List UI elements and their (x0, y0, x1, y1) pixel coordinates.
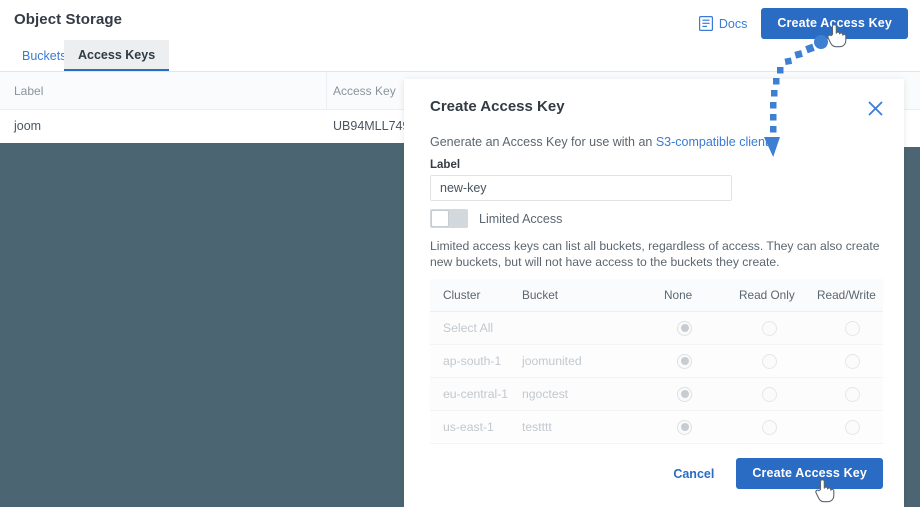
radio-none[interactable] (677, 353, 692, 369)
perm-cell-cluster: us-east-1 (443, 420, 494, 434)
perm-column-cluster: Cluster (443, 288, 481, 302)
tab-access-keys-label: Access Keys (78, 47, 156, 62)
create-access-key-modal: Create Access Key Generate an Access Key… (404, 79, 904, 507)
radio-none[interactable] (677, 386, 692, 402)
perm-column-read-only: Read Only (739, 288, 795, 302)
radio-read-only[interactable] (761, 320, 777, 336)
page-header: Object Storage Docs Create Access Key (0, 0, 920, 40)
close-icon[interactable] (864, 97, 886, 119)
radio-none[interactable] (677, 419, 692, 435)
create-access-key-submit-button[interactable]: Create Access Key (736, 458, 883, 489)
docs-link-label: Docs (718, 16, 748, 31)
page-title: Object Storage (14, 11, 123, 28)
perm-column-read-write: Read/Write (817, 288, 876, 302)
column-header-label: Label (14, 84, 44, 98)
permissions-row-select-all: Select All (430, 312, 883, 345)
radio-read-only[interactable] (761, 353, 777, 369)
radio-read-write[interactable] (844, 419, 860, 435)
create-access-key-button-header[interactable]: Create Access Key (761, 8, 908, 39)
column-divider (326, 72, 327, 110)
label-input[interactable] (430, 175, 732, 201)
app-root: Object Storage Docs Create Access Key Bu… (0, 0, 920, 507)
permissions-row: eu-central-1 ngoctest (430, 378, 883, 411)
perm-cell-cluster: Select All (443, 321, 494, 335)
limited-access-toggle-label: Limited Access (479, 211, 563, 226)
header-actions: Docs Create Access Key (698, 8, 908, 39)
perm-cell-bucket: ngoctest (522, 387, 569, 401)
perm-cell-cluster: ap-south-1 (443, 354, 502, 368)
modal-description-suffix: . (768, 135, 772, 149)
modal-footer: Cancel Create Access Key (673, 458, 883, 489)
perm-column-none: None (664, 288, 693, 302)
radio-read-only[interactable] (761, 386, 777, 402)
radio-read-only[interactable] (761, 419, 777, 435)
limited-access-toggle[interactable] (430, 209, 468, 228)
permissions-table: Cluster Bucket None Read Only Read/Write… (430, 279, 883, 444)
permissions-table-header: Cluster Bucket None Read Only Read/Write (430, 279, 883, 312)
cancel-button[interactable]: Cancel (673, 467, 714, 481)
column-header-access-key: Access Key (333, 84, 396, 98)
modal-title: Create Access Key (430, 98, 565, 115)
cell-label: joom (14, 119, 42, 133)
page-backdrop-right (903, 147, 920, 507)
toggle-knob (431, 210, 449, 227)
modal-description-prefix: Generate an Access Key for use with an (430, 135, 656, 149)
perm-column-bucket: Bucket (522, 288, 559, 302)
perm-cell-bucket: joomunited (522, 354, 582, 368)
document-icon (698, 16, 713, 32)
permissions-row: us-east-1 testttt (430, 411, 883, 444)
perm-cell-bucket: testttt (522, 420, 552, 434)
s3-compatible-client-link[interactable]: S3-compatible client (656, 135, 769, 149)
limited-access-note: Limited access keys can list all buckets… (430, 239, 880, 269)
docs-link[interactable]: Docs (698, 16, 748, 32)
limited-access-toggle-row: Limited Access (430, 209, 562, 228)
tab-buckets-label: Buckets (22, 48, 67, 63)
modal-description: Generate an Access Key for use with an S… (430, 134, 880, 150)
tab-bar: Buckets Access Keys (0, 40, 920, 72)
radio-read-write[interactable] (844, 353, 860, 369)
perm-cell-cluster: eu-central-1 (443, 387, 509, 401)
page-backdrop-left (0, 143, 404, 507)
tab-access-keys[interactable]: Access Keys (64, 40, 170, 72)
label-field-caption: Label (430, 159, 461, 171)
permissions-row: ap-south-1 joomunited (430, 345, 883, 378)
radio-none[interactable] (677, 320, 692, 336)
radio-read-write[interactable] (844, 320, 860, 336)
radio-read-write[interactable] (844, 386, 860, 402)
